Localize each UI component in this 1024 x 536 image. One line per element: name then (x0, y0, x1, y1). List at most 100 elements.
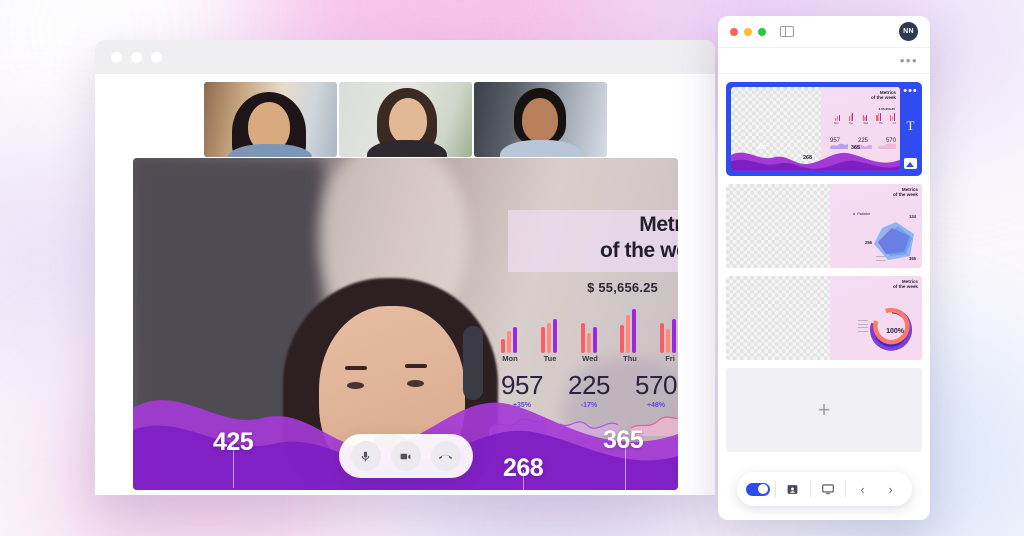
slide-3-legend-rows (858, 320, 868, 332)
slide-2-sublegend (876, 256, 886, 261)
slide-1-bars (835, 113, 895, 121)
big-number-2: 268 (503, 454, 544, 482)
slide-1-bargroup-fri (890, 113, 895, 121)
bar-group-tue (540, 309, 557, 353)
overflow-menu-button[interactable]: ••• (900, 54, 918, 67)
slide-item-3[interactable]: Metrics of the week 100% (726, 276, 922, 360)
slide-menu-button[interactable]: ••• (903, 86, 918, 97)
presenter-icon (787, 484, 798, 494)
bar-tue-salmon (546, 323, 551, 353)
end-call-icon (439, 454, 452, 459)
slide-3-title: Metrics of the week (893, 279, 918, 290)
toolbar-divider-2 (809, 481, 811, 497)
avatar[interactable]: NN (899, 22, 918, 41)
bar-thu-red (620, 325, 625, 353)
slide-1-bignum-3: 365 (851, 145, 860, 151)
present-toggle-icon (745, 482, 770, 496)
participant-tile-1[interactable] (203, 82, 337, 157)
add-slide-button[interactable]: + (726, 368, 922, 452)
revenue-amount: $ 55,656.25 (587, 280, 658, 295)
browser-titlebar (95, 40, 715, 74)
bar-fri-salmon (666, 329, 670, 353)
slide-2-title: Metrics of the week (893, 187, 918, 198)
presenter-view-button[interactable] (780, 478, 806, 500)
screen-share-button[interactable] (815, 478, 841, 500)
app-bottom-toolbar: ‹ › (736, 472, 912, 506)
slide-2-title-line2: of the week (892, 192, 918, 198)
slide-item-2[interactable]: Metrics of the week Pariatur 134 256 365 (726, 184, 922, 268)
microphone-icon (361, 451, 370, 461)
slide-1-day-thu: Thu (878, 123, 883, 125)
slide-1-day-wed: Wed (863, 123, 869, 125)
presentation-app-window: NN ••• Metrics of the week $ 55,656.25 M… (718, 16, 930, 520)
bar-thu-salmon (626, 315, 631, 353)
big-number-1: 425 (213, 428, 254, 456)
bar-tue-purple (552, 319, 557, 353)
metrics-title-line2: of the week (600, 239, 678, 262)
slide-thumbnail-2: Metrics of the week Pariatur 134 256 365 (726, 184, 922, 268)
app-subbar: ••• (718, 48, 930, 74)
app-close-button[interactable] (730, 27, 738, 36)
window-dot-close[interactable] (111, 51, 122, 63)
p3-face (521, 98, 558, 142)
slide-thumbnail-3: Metrics of the week 100% (726, 276, 922, 360)
slide-list: Metrics of the week $ 55,656.25 Mon Tue … (718, 74, 930, 472)
participant-2-video (338, 82, 472, 157)
slide-1-money: $ 55,656.25 (878, 107, 895, 111)
p2-torso (366, 140, 447, 157)
window-dot-minimize[interactable] (131, 51, 142, 63)
slide-1-bargroup-tue (848, 113, 854, 121)
sidebar-toggle-icon[interactable] (780, 26, 794, 37)
bar-wed-salmon (586, 333, 591, 353)
metrics-title-line1: Metrics (639, 213, 678, 236)
monitor-icon (821, 484, 834, 495)
end-call-button[interactable] (430, 441, 461, 471)
bar-group-mon (501, 309, 517, 353)
slide-1-day-mon: Mon (834, 123, 839, 125)
slide-1-bignum-2: 268 (803, 155, 812, 161)
slide-selection-rail: ••• T (902, 86, 919, 171)
camera-icon (400, 453, 411, 459)
slide-1-bignum-1: 425 (757, 145, 766, 151)
slide-item-1[interactable]: Metrics of the week $ 55,656.25 Mon Tue … (726, 82, 922, 176)
participant-strip (95, 74, 715, 157)
participant-tile-2[interactable] (338, 82, 472, 157)
bar-mon-red (501, 339, 505, 353)
slide-2-value-134: 134 (909, 214, 916, 219)
participant-3-video (473, 82, 607, 157)
image-tool-button[interactable] (904, 158, 917, 169)
bar-wed-purple (592, 327, 597, 353)
call-controls (338, 434, 473, 478)
participant-1-video (203, 82, 337, 157)
slide-1-bargroup-wed (862, 113, 868, 121)
slide-1-title: Metrics of the week (871, 90, 896, 101)
slide-3-title-line2: of the week (892, 284, 918, 290)
microphone-button[interactable] (350, 441, 381, 471)
slide-2-value-256: 256 (865, 240, 872, 245)
slide-1-bargroup-thu (876, 113, 882, 121)
window-dot-maximize[interactable] (151, 51, 162, 63)
bar-thu-purple (632, 309, 637, 353)
slide-2-legend-swatch (852, 212, 856, 216)
slide-1-day-fri: Fri (893, 123, 896, 125)
big-number-3: 365 (603, 426, 644, 454)
slide-thumbnail-1: Metrics of the week $ 55,656.25 Mon Tue … (731, 87, 900, 171)
app-minimize-button[interactable] (744, 27, 752, 36)
prev-slide-button[interactable]: ‹ (850, 478, 876, 500)
slide-3-donut-label: 100% (886, 328, 904, 335)
slide-2-value-365: 365 (909, 256, 916, 261)
app-maximize-button[interactable] (758, 27, 766, 36)
camera-button[interactable] (390, 441, 421, 471)
presentation-stage[interactable]: Metrics of the week $ 55,656.25 (133, 158, 678, 490)
bar-group-fri (660, 309, 676, 353)
present-toggle-button[interactable] (745, 478, 771, 500)
text-tool-button[interactable]: T (907, 118, 915, 134)
app-titlebar: NN (718, 16, 930, 48)
bar-mon-purple (513, 327, 517, 353)
p3-torso (499, 140, 582, 157)
next-slide-button[interactable]: › (878, 478, 904, 500)
participant-tile-3[interactable] (473, 82, 607, 157)
slide-1-days: Mon Tue Wed Thu Fri (834, 123, 896, 125)
bar-group-thu (620, 309, 637, 353)
bar-fri-purple (672, 319, 676, 353)
